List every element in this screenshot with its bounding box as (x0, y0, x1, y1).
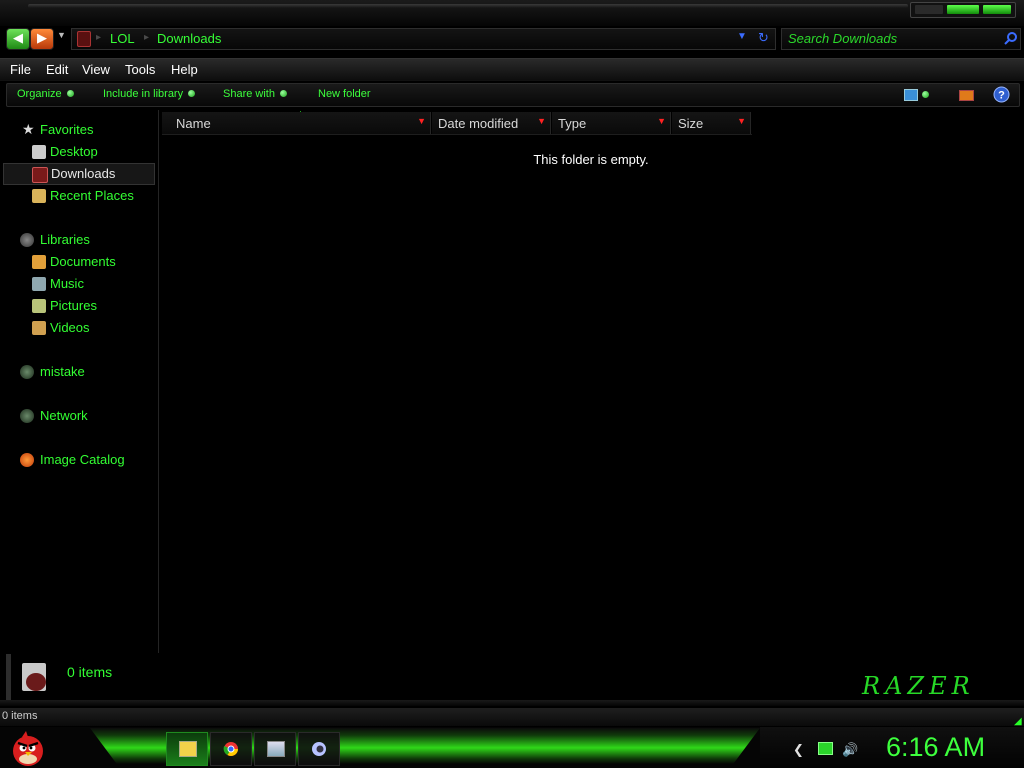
help-icon[interactable]: ? (993, 86, 1010, 103)
column-header-name[interactable]: Name ▼ (162, 112, 431, 134)
window-title-bar (0, 0, 1024, 26)
preview-pane-icon[interactable] (959, 90, 974, 101)
swirl-app-icon (312, 742, 326, 756)
include-in-library-button[interactable]: Include in library (103, 88, 196, 100)
nav-desktop[interactable]: Desktop (30, 142, 150, 162)
minimize-button[interactable] (915, 5, 943, 14)
nav-network[interactable]: Network (20, 406, 150, 426)
column-dropdown-icon[interactable]: ▼ (417, 116, 426, 126)
network-icon (20, 409, 34, 423)
taskbar-pictures-button[interactable] (254, 732, 296, 766)
column-dropdown-icon[interactable]: ▼ (657, 116, 666, 126)
taskbar-chrome-button[interactable] (210, 732, 252, 766)
column-dropdown-icon[interactable]: ▼ (537, 116, 546, 126)
menu-bar: File Edit View Tools Help (0, 58, 1024, 81)
folder-icon (179, 741, 197, 757)
status-item-count: 0 items (2, 710, 38, 722)
new-folder-button[interactable]: New folder (318, 88, 371, 100)
view-options-dot-icon[interactable] (922, 91, 929, 98)
nav-music[interactable]: Music (30, 274, 150, 294)
chrome-icon (223, 742, 238, 756)
nav-image-catalog[interactable]: Image Catalog (20, 450, 150, 470)
back-button[interactable]: ◀ (6, 28, 30, 50)
nav-downloads[interactable]: Downloads (3, 163, 155, 185)
nav-recent-places[interactable]: Recent Places (30, 186, 155, 206)
menu-view[interactable]: View (82, 62, 110, 77)
desktop-icon (32, 145, 46, 159)
downloads-folder-large-icon (22, 663, 46, 691)
videos-icon (32, 321, 46, 335)
menu-file[interactable]: File (10, 62, 31, 77)
homegroup-icon (20, 365, 34, 379)
menu-help[interactable]: Help (171, 62, 198, 77)
menu-edit[interactable]: Edit (46, 62, 68, 77)
resize-grip-icon[interactable]: ◢ (1014, 716, 1022, 727)
back-arrow-icon: ◀ (13, 30, 23, 45)
network-tray-icon[interactable] (818, 742, 833, 755)
breadcrumb-separator[interactable]: ▸ (144, 32, 149, 43)
svg-text:?: ? (998, 90, 1005, 102)
share-with-button[interactable]: Share with (223, 88, 287, 100)
nav-libraries[interactable]: Libraries (20, 230, 150, 250)
empty-folder-message: This folder is empty. (533, 152, 649, 167)
column-header-size[interactable]: Size ▼ (672, 112, 751, 134)
refresh-icon[interactable]: ↻ (758, 30, 769, 46)
music-icon (32, 277, 46, 291)
nav-pictures[interactable]: Pictures (30, 296, 150, 316)
forward-arrow-icon: ▶ (37, 30, 47, 45)
view-icon[interactable] (904, 89, 918, 101)
star-icon: ★ (22, 121, 35, 137)
nav-documents[interactable]: Documents (30, 252, 150, 272)
forward-button[interactable]: ▶ (30, 28, 54, 50)
details-item-count: 0 items (67, 664, 113, 680)
address-bar[interactable]: ▸ LOL ▸ Downloads ▼ ↻ (71, 28, 776, 50)
breadcrumb-downloads[interactable]: Downloads (157, 31, 221, 46)
dropdown-dot-icon (66, 90, 74, 97)
downloads-folder-icon (77, 31, 91, 47)
documents-icon (32, 255, 46, 269)
organize-button[interactable]: Organize (17, 88, 74, 100)
search-input[interactable] (788, 31, 998, 46)
recent-pages-dropdown[interactable]: ▼ (57, 30, 67, 40)
navigation-pane: ★ Favorites Desktop Downloads Recent Pla… (0, 110, 159, 653)
taskbar-clock[interactable]: 6:16 AM (886, 732, 985, 763)
maximize-button[interactable] (947, 5, 979, 14)
caption-buttons[interactable] (910, 2, 1016, 18)
menu-tools[interactable]: Tools (125, 62, 155, 77)
angry-bird-icon[interactable] (10, 729, 46, 767)
column-dropdown-icon[interactable]: ▼ (737, 116, 746, 126)
header-divider (162, 134, 752, 135)
column-header-date-modified[interactable]: Date modified ▼ (432, 112, 551, 134)
breadcrumb-lol[interactable]: LOL (110, 31, 135, 46)
recent-places-icon (32, 189, 46, 203)
nav-favorites[interactable]: ★ Favorites (20, 120, 150, 140)
title-bar-line (28, 4, 908, 8)
taskbar-explorer-button[interactable] (166, 732, 208, 766)
column-header-type[interactable]: Type ▼ (552, 112, 671, 134)
breadcrumb-separator[interactable]: ▸ (96, 32, 101, 43)
dropdown-dot-icon (188, 90, 196, 97)
show-hidden-icons-icon[interactable]: ❮ (793, 742, 804, 758)
pictures-icon (32, 299, 46, 313)
close-button[interactable] (983, 5, 1011, 14)
pictures-app-icon (267, 741, 285, 757)
command-bar: Organize Include in library Share with N… (6, 83, 1020, 107)
razer-logo: RAZER (862, 672, 975, 700)
status-bar (0, 708, 1024, 726)
nav-mistake[interactable]: mistake (20, 362, 150, 382)
magnifier-icon[interactable] (1004, 31, 1018, 45)
downloads-icon (32, 167, 48, 183)
taskbar-app-button[interactable] (298, 732, 340, 766)
libraries-icon (20, 233, 34, 247)
volume-icon[interactable]: 🔊 (842, 742, 858, 758)
address-dropdown[interactable]: ▼ (737, 31, 747, 42)
dropdown-dot-icon (279, 90, 287, 97)
nav-videos[interactable]: Videos (30, 318, 150, 338)
image-catalog-icon (20, 453, 34, 467)
details-pane-border (0, 700, 1024, 706)
search-box[interactable] (781, 28, 1021, 50)
